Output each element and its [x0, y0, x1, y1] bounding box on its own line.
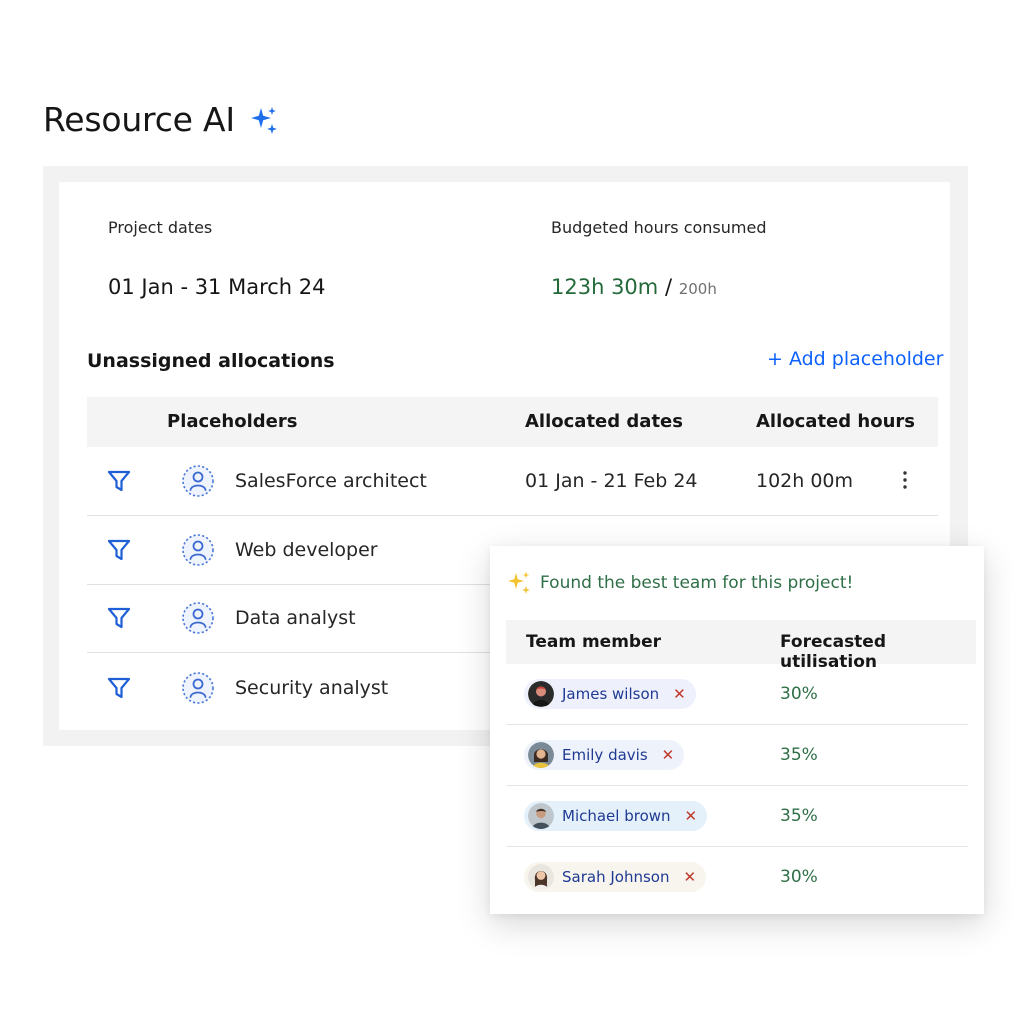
placeholder-name: Security analyst — [235, 677, 389, 699]
member-chip[interactable]: James wilson ✕ — [524, 679, 696, 709]
forecasted-utilisation: 35% — [780, 745, 818, 765]
filter-icon[interactable] — [106, 675, 132, 701]
team-member-row: Emily davis ✕ 35% — [506, 725, 968, 786]
avatar — [528, 681, 554, 707]
filter-icon[interactable] — [106, 537, 132, 563]
budget-label: Budgeted hours consumed — [551, 218, 767, 237]
page-header: Resource AI — [43, 100, 279, 139]
remove-member-button[interactable]: ✕ — [685, 807, 698, 825]
placeholder-user-icon — [182, 602, 214, 634]
forecasted-utilisation: 35% — [780, 806, 818, 826]
allocations-table-header: Placeholders Allocated dates Allocated h… — [87, 397, 938, 447]
budget-total: 200h — [678, 280, 717, 298]
team-table-header: Team member Forecasted utilisation — [506, 620, 976, 672]
team-member-row: Sarah Johnson ✕ 30% — [506, 847, 968, 908]
placeholder-name: Web developer — [235, 539, 378, 561]
remove-member-button[interactable]: ✕ — [662, 746, 675, 764]
sparkles-icon — [508, 571, 530, 594]
allocations-title: Unassigned allocations — [87, 350, 335, 372]
placeholder-name: SalesForce architect — [235, 470, 427, 492]
member-name: Sarah Johnson — [562, 868, 670, 886]
page-title: Resource AI — [43, 100, 235, 139]
suggestion-text: Found the best team for this project! — [540, 573, 854, 593]
page: Resource AI Project dates 01 Jan - 31 Ma… — [0, 0, 1018, 1029]
avatar — [528, 803, 554, 829]
allocation-row: SalesForce architect 01 Jan - 21 Feb 24 … — [87, 448, 938, 516]
member-chip[interactable]: Sarah Johnson ✕ — [524, 862, 707, 892]
member-name: James wilson — [562, 685, 660, 703]
forecasted-utilisation: 30% — [780, 867, 818, 887]
column-placeholders: Placeholders — [167, 411, 298, 432]
filter-icon[interactable] — [106, 605, 132, 631]
placeholder-user-icon — [182, 534, 214, 566]
overflow-menu-icon[interactable] — [895, 468, 915, 492]
budget-value: 123h 30m / 200h — [551, 275, 717, 299]
filter-icon[interactable] — [106, 468, 132, 494]
project-dates-value: 01 Jan - 31 March 24 — [108, 275, 326, 299]
allocated-dates: 01 Jan - 21 Feb 24 — [525, 470, 698, 492]
member-name: Michael brown — [562, 807, 671, 825]
column-team-member: Team member — [526, 632, 662, 652]
team-member-row: Michael brown ✕ 35% — [506, 786, 968, 847]
member-name: Emily davis — [562, 746, 648, 764]
member-chip[interactable]: Emily davis ✕ — [524, 740, 685, 770]
column-allocated-hours: Allocated hours — [756, 411, 916, 432]
placeholder-name: Data analyst — [235, 607, 356, 629]
avatar — [528, 742, 554, 768]
budget-consumed: 123h 30m — [551, 275, 659, 299]
project-dates-label: Project dates — [108, 218, 213, 237]
forecasted-utilisation: 30% — [780, 684, 818, 704]
team-member-row: James wilson ✕ 30% — [506, 664, 968, 725]
column-allocated-dates: Allocated dates — [525, 411, 683, 432]
remove-member-button[interactable]: ✕ — [673, 685, 686, 703]
add-placeholder-button[interactable]: + Add placeholder — [767, 348, 943, 370]
avatar — [528, 864, 554, 890]
placeholder-user-icon — [182, 672, 214, 704]
sparkle-icon — [250, 106, 277, 134]
allocated-hours: 102h 00m — [756, 470, 854, 492]
suggestion-message: Found the best team for this project! — [506, 570, 853, 596]
member-chip[interactable]: Michael brown ✕ — [524, 801, 708, 831]
placeholder-user-icon — [182, 465, 214, 497]
budget-separator: / — [664, 275, 673, 299]
remove-member-button[interactable]: ✕ — [683, 868, 696, 886]
team-suggestion-panel: Found the best team for this project! Te… — [490, 546, 984, 914]
